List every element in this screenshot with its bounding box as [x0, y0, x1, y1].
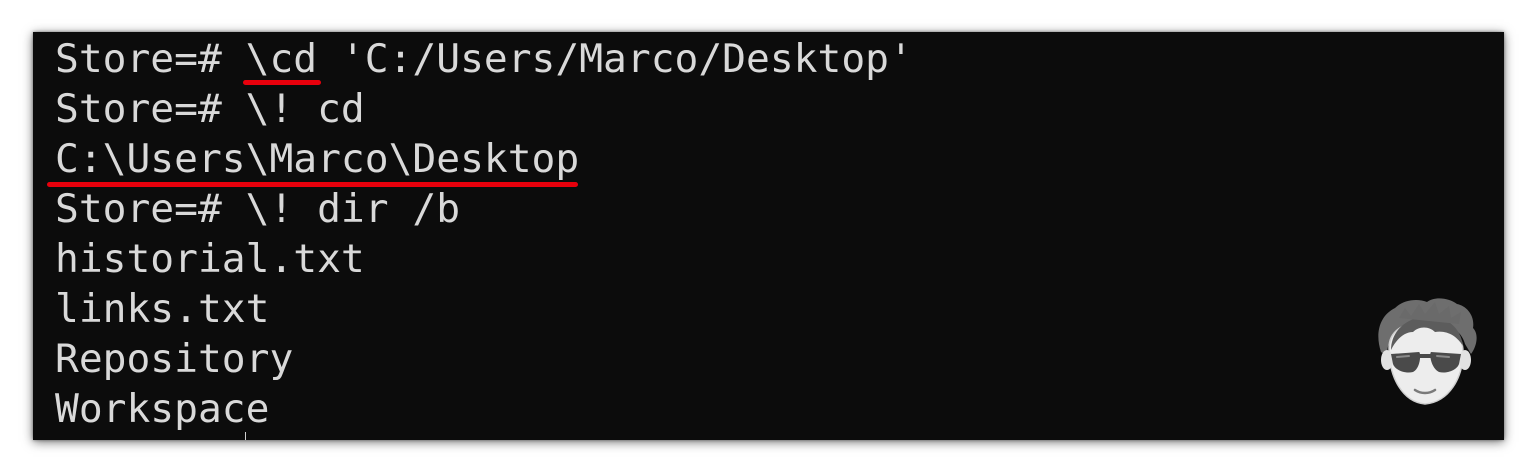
terminal-line-file: links.txt [55, 286, 270, 332]
cd-command-highlight [243, 80, 321, 85]
terminal-line-dir-command: Store=# \! dir /b [55, 186, 461, 232]
terminal-line-file: Workspace [55, 386, 270, 432]
avatar-with-sunglasses-icon [1378, 298, 1477, 405]
text-cursor [245, 432, 246, 440]
terminal-line-cd-command: Store=# \cd 'C:/Users/Marco/Desktop' [55, 36, 913, 82]
current-directory-highlight [47, 182, 578, 187]
terminal-output: Store=# \cd 'C:/Users/Marco/Desktop' Stor… [55, 34, 913, 434]
terminal-line-shell-cd: Store=# \! cd [55, 86, 365, 132]
terminal-window[interactable]: Store=# \cd 'C:/Users/Marco/Desktop' Stor… [33, 32, 1504, 440]
screenshot-canvas: Store=# \cd 'C:/Users/Marco/Desktop' Stor… [0, 0, 1536, 472]
terminal-line-file: Repository [55, 336, 294, 382]
terminal-line-cd-result: C:\Users\Marco\Desktop [55, 136, 580, 182]
terminal-line-file: historial.txt [55, 236, 365, 282]
